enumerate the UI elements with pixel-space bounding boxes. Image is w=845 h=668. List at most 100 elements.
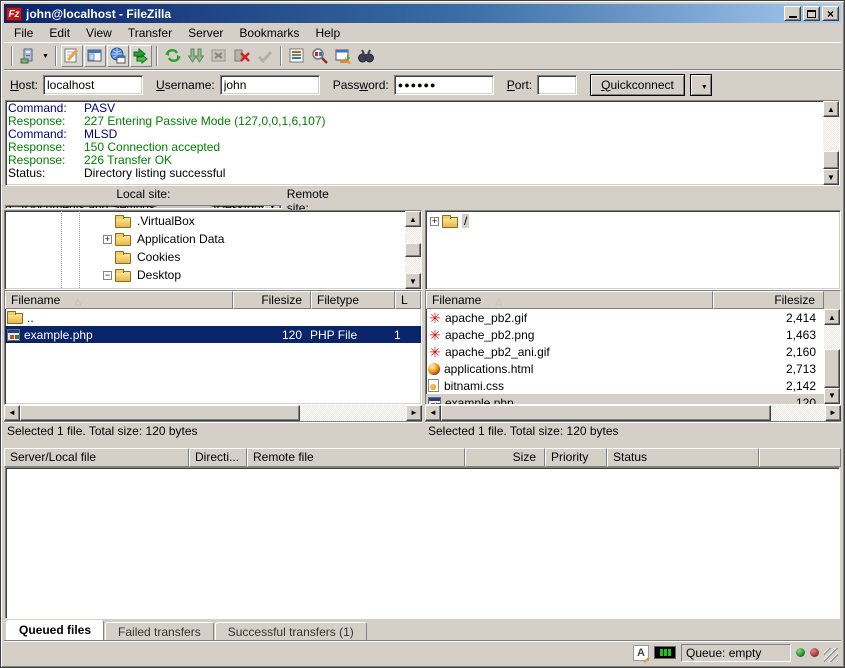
expand-minus-icon[interactable]: − [103, 271, 112, 280]
column-header-filename[interactable]: Filename△ [5, 291, 233, 309]
tab-queued-files[interactable]: Queued files [6, 620, 104, 640]
local-list-hscrollbar[interactable]: ◄ ► [4, 405, 422, 421]
column-header-filetype[interactable]: Filetype [311, 291, 395, 309]
scroll-track[interactable] [823, 117, 839, 151]
sync-browsing-button[interactable] [332, 45, 354, 67]
toggle-remote-tree-button[interactable] [107, 45, 129, 67]
local-site-combobox[interactable]: C:\Documents and Settings\Desktop\ ▼ [5, 205, 282, 209]
host-input[interactable] [43, 75, 143, 95]
maximize-button[interactable] [803, 6, 820, 21]
file-row[interactable]: bitnami.css 2,142 [426, 377, 824, 394]
scroll-track[interactable] [300, 405, 406, 421]
tree-item-cookies[interactable]: Cookies [5, 248, 405, 266]
scroll-up-icon[interactable]: ▲ [824, 309, 840, 325]
scroll-track[interactable] [771, 405, 825, 421]
scroll-down-icon[interactable]: ▼ [405, 273, 421, 289]
tab-successful-transfers[interactable]: Successful transfers (1) [215, 622, 367, 640]
file-row-updir[interactable]: .. [5, 309, 421, 326]
tree-item-label[interactable]: Application Data [135, 232, 226, 246]
scroll-thumb[interactable] [441, 405, 771, 421]
speed-limits-icon[interactable] [654, 646, 676, 659]
file-row[interactable]: applications.html 2,713 [426, 360, 824, 377]
cancel-button[interactable] [208, 45, 230, 67]
remote-list-scrollbar[interactable]: ▲ ▼ [824, 309, 840, 404]
scroll-thumb[interactable] [405, 243, 421, 257]
column-header-direction[interactable]: Directi... [189, 448, 247, 467]
site-manager-button[interactable] [17, 45, 39, 67]
process-queue-button[interactable] [185, 45, 207, 67]
refresh-button[interactable] [162, 45, 184, 67]
expand-plus-icon[interactable]: + [103, 235, 112, 244]
toggle-queue-button[interactable] [130, 45, 152, 67]
tree-item-label[interactable]: / [462, 214, 469, 228]
scroll-right-icon[interactable]: ► [406, 405, 422, 421]
local-site-dropdown[interactable]: ▼ [264, 205, 281, 209]
file-row-example-php[interactable]: example.php 120 PHP File 1 [5, 326, 421, 343]
port-input[interactable] [537, 75, 577, 95]
expand-plus-icon[interactable]: + [430, 217, 439, 226]
quickconnect-button[interactable]: Quickconnect [590, 74, 685, 96]
tree-item-desktop[interactable]: − Desktop [5, 266, 405, 284]
tree-item-label[interactable]: .VirtualBox [135, 214, 197, 228]
site-manager-dropdown[interactable]: ▼ [40, 45, 51, 67]
column-header-filesize[interactable]: Filesize [233, 291, 311, 309]
scroll-right-icon[interactable]: ► [825, 405, 841, 421]
column-header-priority[interactable]: Priority [545, 448, 607, 467]
tree-item-root[interactable]: + / [426, 212, 840, 230]
tree-item-label[interactable]: Cookies [135, 250, 182, 264]
toggle-local-tree-button[interactable] [84, 45, 106, 67]
local-path-prefix: C:\Documents and Settings [9, 205, 155, 209]
filter-button[interactable] [286, 45, 308, 67]
column-header-size[interactable]: Size [465, 448, 545, 467]
menu-edit[interactable]: Edit [41, 24, 78, 42]
file-row[interactable]: apache_pb2.gif 2,414 [426, 309, 824, 326]
find-button[interactable] [355, 45, 377, 67]
scroll-thumb[interactable] [824, 349, 840, 388]
tree-item-virtualbox[interactable]: .VirtualBox [5, 212, 405, 230]
column-header-filename[interactable]: Filename△ [426, 291, 713, 309]
file-row-example-php[interactable]: example.php 120 [426, 394, 824, 404]
column-header-filesize[interactable]: Filesize [713, 291, 824, 309]
minimize-button[interactable] [784, 6, 801, 21]
queue-list-area[interactable] [5, 467, 840, 620]
disconnect-button[interactable] [231, 45, 253, 67]
menu-server[interactable]: Server [180, 24, 231, 42]
menu-view[interactable]: View [78, 24, 120, 42]
tab-failed-transfers[interactable]: Failed transfers [105, 622, 214, 640]
toggle-log-view-button[interactable] [61, 45, 83, 67]
password-input[interactable] [394, 75, 494, 95]
file-row[interactable]: apache_pb2.png 1,463 [426, 326, 824, 343]
scroll-thumb[interactable] [823, 151, 839, 169]
menu-file[interactable]: File [6, 24, 41, 42]
scroll-thumb[interactable] [20, 405, 300, 421]
scroll-track[interactable] [824, 325, 840, 349]
tree-item-application-data[interactable]: + Application Data [5, 230, 405, 248]
scroll-down-icon[interactable]: ▼ [824, 388, 840, 404]
local-tree-scrollbar[interactable]: ▲ ▼ [405, 211, 421, 289]
column-header-status[interactable]: Status [607, 448, 759, 467]
reconnect-button[interactable] [254, 45, 276, 67]
resize-grip[interactable] [824, 648, 838, 662]
menu-bookmarks[interactable]: Bookmarks [231, 24, 307, 42]
tree-item-label[interactable]: Desktop [135, 268, 183, 282]
scroll-left-icon[interactable]: ◄ [425, 405, 441, 421]
column-header-remote-file[interactable]: Remote file [247, 448, 465, 467]
column-header-server-local-file[interactable]: Server/Local file [4, 448, 189, 467]
scroll-up-icon[interactable]: ▲ [405, 211, 421, 227]
scroll-track[interactable] [405, 227, 421, 243]
close-button[interactable]: × [822, 6, 839, 21]
username-input[interactable] [220, 75, 320, 95]
file-row[interactable]: apache_pb2_ani.gif 2,160 [426, 343, 824, 360]
ascii-data-type-icon[interactable]: A [633, 645, 649, 661]
menu-transfer[interactable]: Transfer [120, 24, 180, 42]
column-header-lastmodified[interactable]: L [395, 291, 421, 309]
scroll-track[interactable] [405, 257, 421, 273]
menu-help[interactable]: Help [307, 24, 348, 42]
compare-button[interactable] [309, 45, 331, 67]
scroll-left-icon[interactable]: ◄ [4, 405, 20, 421]
quickconnect-dropdown[interactable]: ▼ [690, 74, 712, 96]
remote-list-hscrollbar[interactable]: ◄ ► [425, 405, 841, 421]
scroll-down-icon[interactable]: ▼ [823, 169, 839, 185]
scroll-up-icon[interactable]: ▲ [823, 101, 839, 117]
log-scrollbar[interactable]: ▲ ▼ [823, 101, 839, 185]
